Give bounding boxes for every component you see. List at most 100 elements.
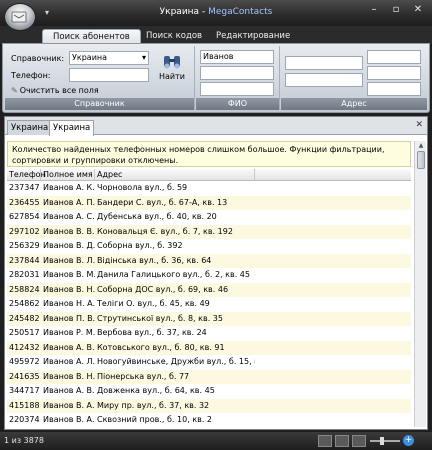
cell-address: Сквозний пров., б. 10, кв. 2 [97, 415, 213, 424]
zoom-slider[interactable] [370, 440, 400, 442]
table-row[interactable]: 256329 Иванов В. Д. Соборна вул., б. 392 [7, 239, 411, 254]
phone-input[interactable] [69, 68, 149, 82]
window-controls: – ▫ ✕ [364, 2, 428, 17]
table-row[interactable]: 237347 Иванов А. К. Чорновола вул., б. 59 [7, 181, 411, 196]
table-row[interactable]: 415188 Иванов В. А. Миру пр. вул., б. 37, … [7, 398, 411, 413]
status-text: 1 из 3878 [4, 436, 44, 445]
view-normal-icon[interactable] [318, 435, 332, 447]
city-input[interactable] [285, 56, 363, 70]
cell-full-name: Иванов В. А. [43, 415, 95, 424]
close-tab-icon[interactable]: ✕ [415, 120, 423, 130]
cell-full-name: Иванов В. Д. [43, 241, 95, 250]
binoculars-icon [164, 56, 180, 69]
cell-phone: 236455 [9, 197, 40, 207]
table-row[interactable]: 282031 Иванов В. М. Данила Галицького вул.… [7, 268, 411, 283]
cell-address: Котовського вул., б. 80, кв. 91 [97, 342, 225, 352]
view-buttons [318, 435, 366, 447]
header-phone[interactable]: Телефон [7, 169, 46, 180]
tab-search-subscribers[interactable]: Поиск абонентов [42, 29, 141, 44]
table-row[interactable]: 245482 Иванов П. В. Струтинської вул., б. … [7, 311, 411, 326]
cell-phone: 495972 [9, 357, 40, 366]
patronymic-input[interactable] [200, 82, 274, 96]
table-row[interactable]: 220374 Иванов В. А. Сквозний пров., б. 10,… [7, 413, 411, 428]
table-row[interactable]: 627854 Иванов А. С. Дубенська вул., б. 40,… [7, 210, 411, 225]
header-address[interactable]: Адрес [95, 169, 255, 180]
table-row[interactable]: 241635 Иванов В. Н. Піонерська вул., б. 77 [7, 369, 411, 384]
cell-address: Миру пр. вул., б. 37, кв. 32 [97, 400, 210, 410]
cell-address: Соборна вул., б. 392 [97, 241, 183, 250]
vertical-scrollbar[interactable]: ▲ [414, 141, 426, 427]
cell-phone: 237347 [9, 183, 40, 192]
table-row[interactable]: 258824 Иванов В. Н. Соборна ДОС вул., б. 6… [7, 282, 411, 297]
table-row[interactable]: 344717 Иванов А. В. Довженка вул., б. 64, … [7, 384, 411, 399]
cell-address: Чорновола вул., б. 59 [97, 183, 188, 192]
directory-label: Справочник: [11, 54, 65, 63]
street-input[interactable] [285, 73, 363, 87]
cell-full-name: Иванов В. А. [43, 400, 95, 410]
cell-full-name: Иванов В. М. [43, 270, 95, 279]
maximize-icon[interactable]: ▫ [386, 2, 406, 17]
scroll-thumb[interactable] [417, 151, 425, 169]
directory-group: Справочник: Украина ▾ Телефон: ✎ Очистит… [5, 46, 195, 110]
cell-phone: 258824 [9, 284, 40, 294]
cell-full-name: Иванов В. А. [41, 428, 95, 429]
cell-phone: 627854 [9, 212, 40, 221]
cell-address: Черняховського вул., б. 147-А [95, 428, 255, 429]
view-grid-icon[interactable] [352, 435, 366, 447]
table-row[interactable]: 236455 Иванов А. П. Бандери С. вул., б. 67… [7, 195, 411, 210]
cell-full-name: Иванов А. В. [43, 342, 95, 352]
cell-phone: 241635 [9, 371, 40, 381]
minimize-icon[interactable]: – [364, 2, 384, 17]
surname-input[interactable]: Иванов [200, 50, 274, 64]
table-row[interactable]: 412432 Иванов А. В. Котовського вул., б. 8… [7, 340, 411, 355]
find-label: Найти [159, 72, 185, 81]
name-input[interactable] [200, 66, 274, 80]
cell-full-name: Иванов В. В. [43, 226, 95, 236]
table-row[interactable]: 254862 Иванов Н. А. Теліги О. вул., б. 45,… [7, 297, 411, 312]
doc-tab-2[interactable]: Украина [49, 120, 95, 136]
address-group-label: Адрес [281, 98, 427, 110]
notice-banner: Количество найденных телефонных номеров … [7, 141, 411, 167]
cell-address: Дубенська вул., б. 40, кв. 20 [97, 212, 217, 221]
table-row[interactable]: 237844 Иванов В. Л. Відінська вул., б. 36,… [7, 253, 411, 268]
apartment-input[interactable] [367, 82, 421, 96]
table-row[interactable]: 495972 Иванов А. Л. Новогуйвинське, Дружби… [7, 355, 411, 370]
header-full-name[interactable]: Полное имя [41, 169, 95, 180]
document-tabs: Украина Украина ✕ [5, 117, 427, 136]
find-button[interactable]: Найти [155, 52, 189, 92]
directory-select[interactable]: Украина ▾ [69, 51, 149, 65]
cell-phone: 344717 [9, 386, 40, 395]
cell-full-name: Иванов А. К. [43, 183, 95, 192]
results-table: Телефон Полное имя Адрес 237347 Иванов А.… [7, 169, 411, 428]
cell-address: Данила Галицького вул., б. 2, кв. 45 [97, 270, 250, 279]
table-row[interactable]: 244572Иванов В. А.Черняховського вул., б… [7, 427, 411, 429]
close-icon[interactable]: ✕ [408, 2, 428, 17]
table-row[interactable]: 250517 Иванов Р. М. Вербова вул., б. 37, к… [7, 326, 411, 341]
view-layout-icon[interactable] [335, 435, 349, 447]
doc-tab-1[interactable]: Украина [7, 120, 53, 135]
tab-edit[interactable]: Редактирование [206, 29, 300, 44]
scroll-up-icon[interactable]: ▲ [415, 141, 427, 151]
title-separator: - [199, 7, 209, 17]
clear-all-button[interactable]: ✎ Очистить все поля [11, 86, 99, 95]
house-input[interactable] [367, 50, 421, 64]
cell-address: Відінська вул., б. 36, кв. 64 [97, 255, 212, 265]
clear-all-label: Очистить все поля [19, 86, 99, 95]
cell-address: Соборна ДОС вул., б. 69, кв. 46 [97, 284, 229, 294]
building-input[interactable] [367, 66, 421, 80]
cell-full-name: Иванов П. В. [43, 313, 95, 323]
cell-phone: 237844 [9, 255, 40, 265]
chevron-down-icon: ▾ [141, 53, 146, 62]
cell-full-name: Иванов Н. А. [43, 299, 95, 308]
cell-address: Струтинської вул., б. 8, кв. 35 [97, 313, 223, 323]
title-app: MegaContacts [208, 7, 273, 17]
cell-full-name: Иванов В. Н. [43, 284, 95, 294]
directory-group-label: Справочник [5, 98, 194, 110]
app-menu-button[interactable] [4, 3, 36, 31]
zoom-in-icon[interactable]: + [403, 435, 414, 446]
table-row[interactable]: 297102 Иванов В. В. Коновальця Є. вул., б.… [7, 224, 411, 239]
zoom-slider-thumb[interactable] [380, 437, 384, 445]
tab-search-codes[interactable]: Поиск кодов [136, 29, 212, 44]
cell-full-name: Иванов Р. М. [43, 328, 95, 337]
cell-address: Довженка вул., б. 64, кв. 45 [97, 386, 215, 395]
